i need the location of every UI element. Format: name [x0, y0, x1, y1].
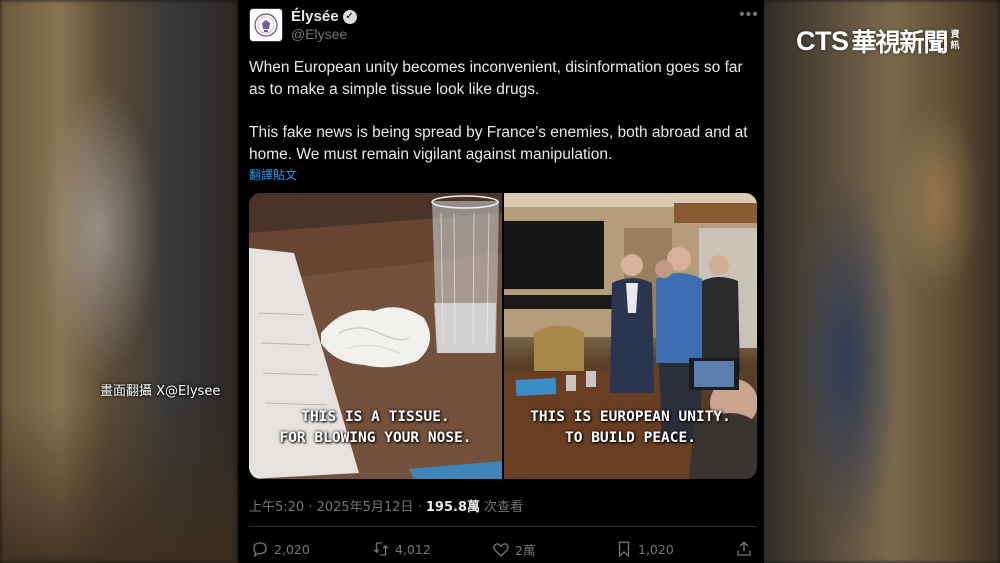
like-button[interactable]: 2萬: [492, 540, 535, 559]
tweet-media: THIS IS A TISSUE. FOR BLOWING YOUR NOSE.: [249, 193, 757, 479]
tweet-text: When European unity becomes inconvenient…: [249, 57, 759, 165]
view-count: 195.8萬: [425, 500, 481, 515]
tweet-paragraph-2: This fake news is being spread by France…: [249, 124, 748, 163]
author-handle[interactable]: @Elysee: [291, 26, 347, 42]
author-row: Élysée ✓: [291, 8, 357, 25]
share-button[interactable]: [735, 540, 753, 558]
divider: [249, 526, 757, 527]
blurred-background-right: [762, 0, 1000, 563]
tweet-timestamp[interactable]: 上午5:20 · 2025年5月12日 ·: [249, 500, 426, 515]
image-credit: 畫面翻攝 X@Elysee: [100, 384, 221, 399]
bookmark-button[interactable]: 1,020: [615, 540, 674, 558]
unity-caption: THIS IS EUROPEAN UNITY. TO BUILD PEACE.: [504, 407, 757, 449]
photo-european-unity[interactable]: THIS IS EUROPEAN UNITY. TO BUILD PEACE.: [504, 193, 757, 479]
channel-logo-cjk: 華視新聞: [851, 28, 949, 57]
tweet-meta: 上午5:20 · 2025年5月12日 · 195.8萬 次查看: [249, 496, 523, 515]
tissue-caption-line-2: FOR BLOWING YOUR NOSE.: [279, 430, 472, 446]
tweet-paragraph-1: When European unity becomes inconvenient…: [249, 59, 743, 98]
repost-count: 4,012: [395, 541, 431, 557]
reply-button[interactable]: 2,020: [251, 540, 310, 558]
tweet-card: Élysée ✓ @Elysee ••• When European unity…: [238, 0, 764, 563]
repost-icon: [373, 542, 389, 556]
photo-tissue[interactable]: THIS IS A TISSUE. FOR BLOWING YOUR NOSE.: [249, 193, 502, 479]
heart-icon: [493, 542, 509, 557]
unity-caption-line-2: TO BUILD PEACE.: [565, 430, 696, 446]
elysee-emblem-icon: [254, 13, 278, 37]
share-icon: [737, 541, 751, 556]
more-options-icon[interactable]: •••: [739, 6, 759, 24]
like-count: 2萬: [515, 543, 536, 558]
bookmark-count: 1,020: [638, 541, 674, 557]
translate-post-link[interactable]: 翻譯貼文: [249, 166, 297, 183]
view-label: 次查看: [480, 500, 524, 515]
reply-icon: [253, 542, 267, 558]
channel-logo-sub: 資訊: [950, 30, 960, 51]
tissue-caption-line-1: THIS IS A TISSUE.: [301, 409, 450, 425]
tissue-caption: THIS IS A TISSUE. FOR BLOWING YOUR NOSE.: [249, 407, 502, 449]
repost-button[interactable]: 4,012: [372, 540, 431, 558]
bookmark-icon: [618, 541, 630, 558]
elysee-avatar[interactable]: [249, 8, 283, 42]
verified-badge-icon: ✓: [342, 9, 357, 24]
unity-caption-line-1: THIS IS EUROPEAN UNITY.: [530, 409, 731, 425]
author-name[interactable]: Élysée: [291, 8, 339, 25]
channel-logo: CTS 華視新聞 資訊: [796, 25, 963, 58]
channel-logo-latin: CTS: [796, 25, 849, 56]
action-bar: 2,020 4,012 2萬 1,020: [249, 540, 759, 562]
blurred-background-left: [0, 0, 238, 563]
reply-count: 2,020: [274, 541, 310, 557]
